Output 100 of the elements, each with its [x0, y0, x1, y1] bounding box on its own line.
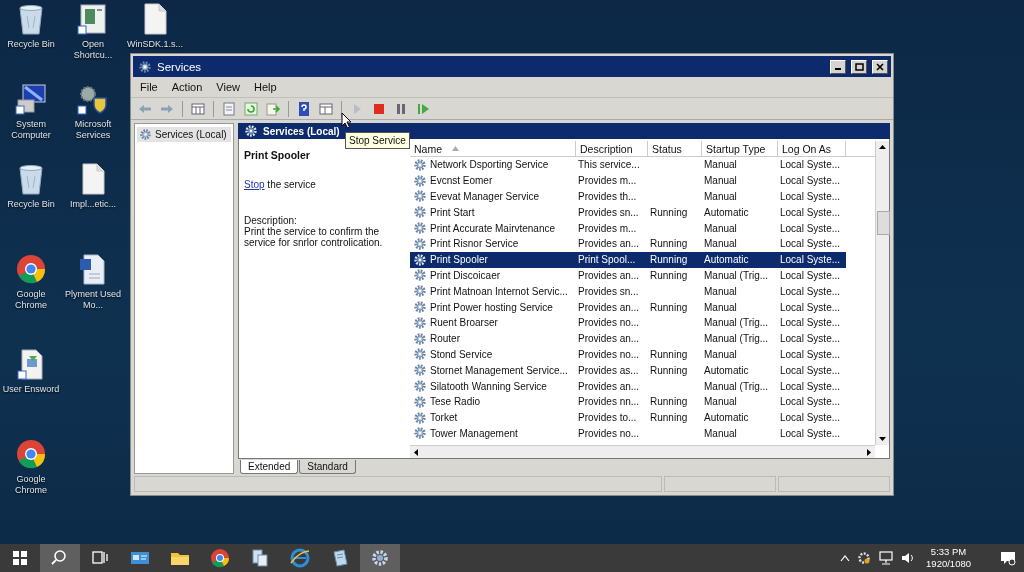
scrollbar-thumb[interactable] — [877, 211, 890, 235]
table-cell-text: Local Syste... — [779, 317, 842, 329]
clock-time: 5:33 PM — [930, 546, 967, 558]
table-cell: Print Power hosting Service — [430, 301, 553, 313]
table-row[interactable]: Torket Provides to... Running Automatic Local Syste... — [410, 409, 846, 426]
table-cell-text: Local Syste... — [779, 348, 842, 360]
table-row[interactable]: Print Power hosting Service Provides an... Running Manual Local Syste... — [410, 299, 846, 315]
table-cell-text: Print Spool... — [577, 254, 637, 266]
table-cell-text: Local Syste... — [779, 191, 842, 202]
gear-icon — [139, 128, 152, 141]
menu-item[interactable]: View — [216, 81, 240, 93]
icon-label: Recycle Bin — [6, 199, 56, 210]
volume-icon[interactable] — [901, 551, 916, 565]
tree-item-label: Services (Local) — [155, 129, 227, 140]
gear-icon — [413, 252, 427, 267]
table-cell-text: Manual — [703, 348, 738, 360]
table-row[interactable]: Print Start Provides sn... Running Automatic Local Syste... — [410, 204, 846, 221]
computer-icon[interactable] — [15, 82, 47, 116]
table-cell-text: Manual — [703, 222, 738, 234]
table-cell-text: Provides no... — [577, 348, 641, 360]
table-cell: Stond Service — [430, 348, 493, 360]
table-row[interactable]: Ruent Broarser Provides no... Manual (Trig... Local Syste... — [410, 314, 846, 331]
chrome-icon — [210, 548, 230, 568]
network-icon[interactable] — [878, 551, 895, 565]
table-cell-text: Local Syste... — [779, 269, 842, 281]
table-row[interactable]: Router Provides an... Manual (Trig... Local Syste... — [410, 330, 846, 347]
table-cell: Print Spooler — [430, 254, 488, 266]
table-row[interactable]: Network Dsporting Service This service... Manual Local Syste... — [410, 157, 846, 173]
taskbar-button[interactable] — [360, 544, 400, 572]
gear-icon — [413, 410, 427, 425]
table-cell-text: Provides m... — [577, 222, 638, 234]
menu-item[interactable]: Help — [253, 81, 277, 93]
table-row[interactable]: Stond Service Provides no... Running Manual Local Syste... — [410, 346, 846, 363]
table-row[interactable]: Stornet Management Service... Provides as... Running Automatic Local Syste... — [410, 362, 846, 379]
table-cell: Silatooth Wanning Service — [430, 380, 547, 392]
table-cell-text: Running — [649, 348, 689, 360]
table-cell: Torket — [430, 412, 458, 424]
table-cell-text: Running — [649, 269, 689, 281]
column-header[interactable]: Startup Type — [702, 141, 778, 156]
table-cell-text: Provides as... — [577, 364, 640, 376]
gear-icon — [413, 300, 427, 315]
column-header[interactable]: Log On As — [778, 141, 846, 156]
gear-icon — [138, 59, 152, 74]
table-row[interactable]: Print Matnoan Internot Servic... Provides sn... Manual Local Syste... — [410, 283, 846, 300]
icon-label: WinSDK.1.s... — [126, 39, 184, 50]
table-row[interactable]: Print Risnor Service Provides an... Running Manual Local Syste... — [410, 236, 846, 252]
table-cell-text: Local Syste... — [779, 175, 842, 187]
table-cell: Print Risnor Service — [430, 238, 519, 250]
close-icon — [876, 62, 884, 71]
close-button[interactable] — [872, 59, 888, 74]
column-header[interactable]: Status — [648, 141, 702, 156]
table-row[interactable]: Print Discoicaer Provides an... Running Manual (Trig... Local Syste... — [410, 267, 846, 284]
stop-link[interactable]: Stop — [244, 179, 265, 190]
table-cell-text: Manual (Trig... — [703, 380, 770, 392]
chrome-icon[interactable] — [15, 252, 47, 286]
table-cell-text: Provides an... — [577, 301, 641, 313]
icon-label: Impl...etic... — [69, 199, 117, 210]
document-icon[interactable] — [77, 2, 109, 36]
menu-item[interactable]: File — [140, 81, 158, 93]
table-cell-text: Manual (Trig... — [703, 269, 770, 281]
gear-icon — [413, 236, 427, 251]
table-cell-text: Local Syste... — [779, 412, 842, 424]
notifications-icon[interactable] — [1000, 550, 1016, 566]
view-tab[interactable]: Extended — [240, 460, 299, 474]
table-cell-text: Provides to... — [577, 412, 638, 424]
documents-icon — [250, 548, 270, 568]
table-row[interactable]: Tower Management Provides no... Manual Local Syste... — [410, 425, 846, 442]
table-cell-text: Local Syste... — [779, 238, 842, 250]
clock-date: 1920/1080 — [926, 558, 971, 570]
tree-item[interactable]: Services (Local) — [137, 127, 231, 142]
gear-icon — [413, 284, 427, 299]
table-row[interactable]: Print Spooler Print Spool... Running Automatic Local Syste... — [410, 251, 846, 268]
horizontal-scrollbar[interactable] — [410, 445, 875, 458]
windows-logo-icon — [13, 551, 27, 565]
clock[interactable]: 5:33 PM 1920/1080 — [926, 546, 971, 570]
table-row[interactable]: Tese Radio Provides nn... Running Manual Local Syste... — [410, 393, 846, 410]
table-row[interactable]: Print Accurate Mairvtenance Provides m... Manual Local Syste... — [410, 220, 846, 236]
table-cell-text: Local Syste... — [779, 301, 842, 313]
table-row[interactable]: Evcnst Eomer Provides m... Manual Local Syste... — [410, 172, 846, 189]
window-title: Services — [157, 60, 203, 73]
maximize-button[interactable] — [851, 59, 867, 74]
column-header[interactable]: Description — [576, 141, 648, 156]
table-cell-text: Running — [649, 412, 689, 424]
menu-item[interactable]: Action — [171, 81, 203, 93]
gear-icon — [413, 205, 427, 220]
chevron-up-icon[interactable] — [840, 554, 851, 562]
view-tab[interactable]: Standard — [299, 460, 356, 474]
description-label: Description: — [244, 215, 297, 226]
notepad-icon — [330, 548, 350, 568]
settings-icon[interactable] — [857, 551, 872, 565]
table-row[interactable]: Evevat Manager Service Provides th... Manual Local Syste... — [410, 188, 846, 205]
taskbar-button[interactable] — [40, 544, 80, 572]
table-cell-text: Manual — [703, 191, 738, 202]
table-row[interactable]: Silatooth Wanning Service Provides an... Manual (Trig... Local Syste... — [410, 378, 846, 394]
table-cell-text: This service... — [577, 159, 641, 171]
vertical-scrollbar[interactable] — [875, 141, 889, 445]
table-cell: Stornet Management Service... — [430, 364, 568, 376]
minimize-button[interactable] — [830, 59, 846, 74]
mouse-pointer-icon — [341, 112, 352, 129]
chrome-icon[interactable] — [15, 437, 47, 471]
